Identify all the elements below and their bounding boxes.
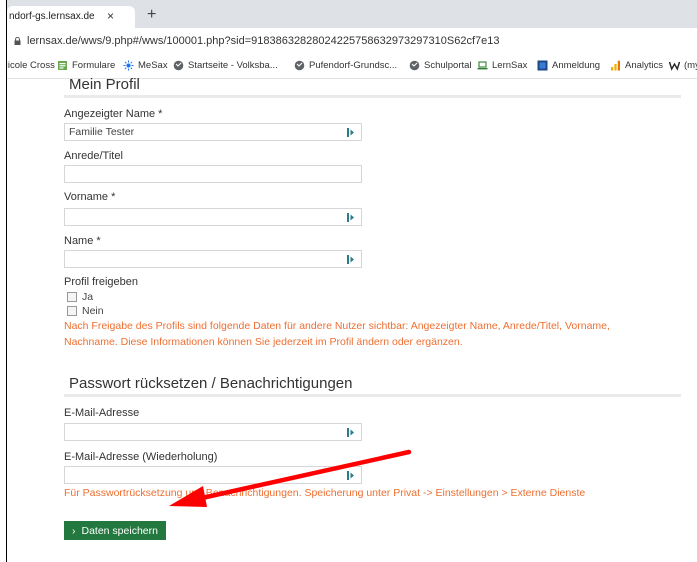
- browser-window: ndorf-gs.lernsax.de × + lernsax.de/wws/9…: [6, 0, 697, 562]
- password-manager-icon[interactable]: [347, 127, 355, 138]
- password-note: Für Passwortrücksetzung und Benachrichti…: [64, 487, 586, 499]
- display-name-value: Familie Tester: [69, 126, 135, 138]
- address-bar[interactable]: lernsax.de/wws/9.php#/wws/100001.php?sid…: [7, 28, 697, 56]
- checkbox-no[interactable]: [67, 306, 77, 316]
- bookmark-label: Anmeldung: [552, 60, 601, 71]
- anmeldung-icon: [537, 60, 548, 71]
- name-field[interactable]: [64, 250, 362, 268]
- firstname-label: Vorname *: [64, 191, 116, 203]
- profile-section-title: Mein Profil: [69, 76, 140, 93]
- section-divider: [64, 95, 681, 98]
- password-manager-icon[interactable]: [347, 212, 355, 223]
- bookmark-label: Schulportal: [424, 60, 472, 71]
- forms-icon: [58, 61, 67, 70]
- bookmark-analytics[interactable]: Analytics: [610, 60, 663, 71]
- mesax-icon: [123, 60, 134, 71]
- email-field[interactable]: [64, 423, 362, 441]
- bookmark-formulare[interactable]: Formulare: [57, 60, 115, 71]
- checkbox-yes[interactable]: [67, 292, 77, 302]
- globe-icon: [294, 60, 305, 71]
- option-yes-label: Ja: [82, 291, 94, 303]
- url-text: lernsax.de/wws/9.php#/wws/100001.php?sid…: [27, 35, 500, 47]
- analytics-icon: [611, 60, 620, 71]
- display-name-label: Angezeigter Name *: [64, 108, 163, 120]
- save-button-label: Daten speichern: [81, 524, 158, 537]
- email-repeat-field[interactable]: [64, 466, 362, 484]
- bookmark-label: LernSax: [492, 60, 528, 71]
- section-divider: [64, 394, 681, 397]
- password-section-title: Passwort rücksetzen / Benachrichtigungen: [69, 375, 353, 392]
- bookmark-label: MeSax: [138, 60, 168, 71]
- w-icon: [669, 61, 680, 71]
- name-label: Name *: [64, 235, 101, 247]
- bookmark-label: (my: [684, 60, 697, 71]
- bookmark-pufendorf-grundschule[interactable]: Pufendorf-Grundsc...: [294, 60, 397, 71]
- share-no-option[interactable]: Nein: [67, 305, 104, 317]
- password-manager-icon[interactable]: [347, 427, 355, 438]
- share-profile-label: Profil freigeben: [64, 276, 138, 288]
- email-label: E-Mail-Adresse: [64, 407, 140, 419]
- display-name-field[interactable]: Familie Tester: [64, 123, 362, 141]
- share-note: Nach Freigabe des Profils sind folgende …: [64, 320, 610, 348]
- bookmark-w[interactable]: (my: [669, 60, 697, 71]
- page-content: Mein Profil Angezeigter Name * Familie T…: [7, 76, 697, 562]
- password-manager-icon[interactable]: [347, 470, 355, 481]
- globe-icon: [173, 60, 184, 71]
- tab-title: ndorf-gs.lernsax.de: [9, 11, 95, 22]
- salutation-field[interactable]: [64, 165, 362, 183]
- option-no-label: Nein: [82, 305, 104, 317]
- bookmark-lernsax[interactable]: LernSax: [477, 60, 527, 71]
- password-manager-icon[interactable]: [347, 254, 355, 265]
- save-button[interactable]: › Daten speichern: [64, 521, 166, 540]
- bookmark-nicole-cross[interactable]: Nicole Cross: [7, 60, 55, 71]
- lock-icon: [14, 37, 21, 45]
- share-yes-option[interactable]: Ja: [67, 291, 93, 303]
- bookmark-label: Analytics: [625, 60, 664, 71]
- bookmark-schulportal[interactable]: Schulportal: [409, 60, 472, 71]
- bookmark-startseite-volksbank[interactable]: Startseite - Volksba...: [173, 60, 278, 71]
- browser-tab[interactable]: ndorf-gs.lernsax.de ×: [7, 6, 135, 28]
- chevron-right-icon: ›: [72, 524, 76, 537]
- tab-strip: ndorf-gs.lernsax.de × +: [7, 0, 697, 28]
- globe-icon: [409, 60, 420, 71]
- bookmark-mesax[interactable]: MeSax: [123, 60, 168, 71]
- new-tab-icon[interactable]: +: [147, 6, 156, 24]
- salutation-label: Anrede/Titel: [64, 150, 123, 162]
- laptop-icon: [477, 61, 488, 70]
- bookmark-label: Startseite - Volksba...: [188, 60, 278, 71]
- email-repeat-label: E-Mail-Adresse (Wiederholung): [64, 451, 218, 463]
- bookmark-label: Nicole Cross: [7, 60, 55, 71]
- firstname-field[interactable]: [64, 208, 362, 226]
- bookmark-label: Pufendorf-Grundsc...: [309, 60, 398, 71]
- bookmark-label: Formulare: [72, 60, 116, 71]
- tab-close-icon[interactable]: ×: [107, 9, 114, 23]
- bookmark-anmeldung[interactable]: Anmeldung: [537, 60, 600, 71]
